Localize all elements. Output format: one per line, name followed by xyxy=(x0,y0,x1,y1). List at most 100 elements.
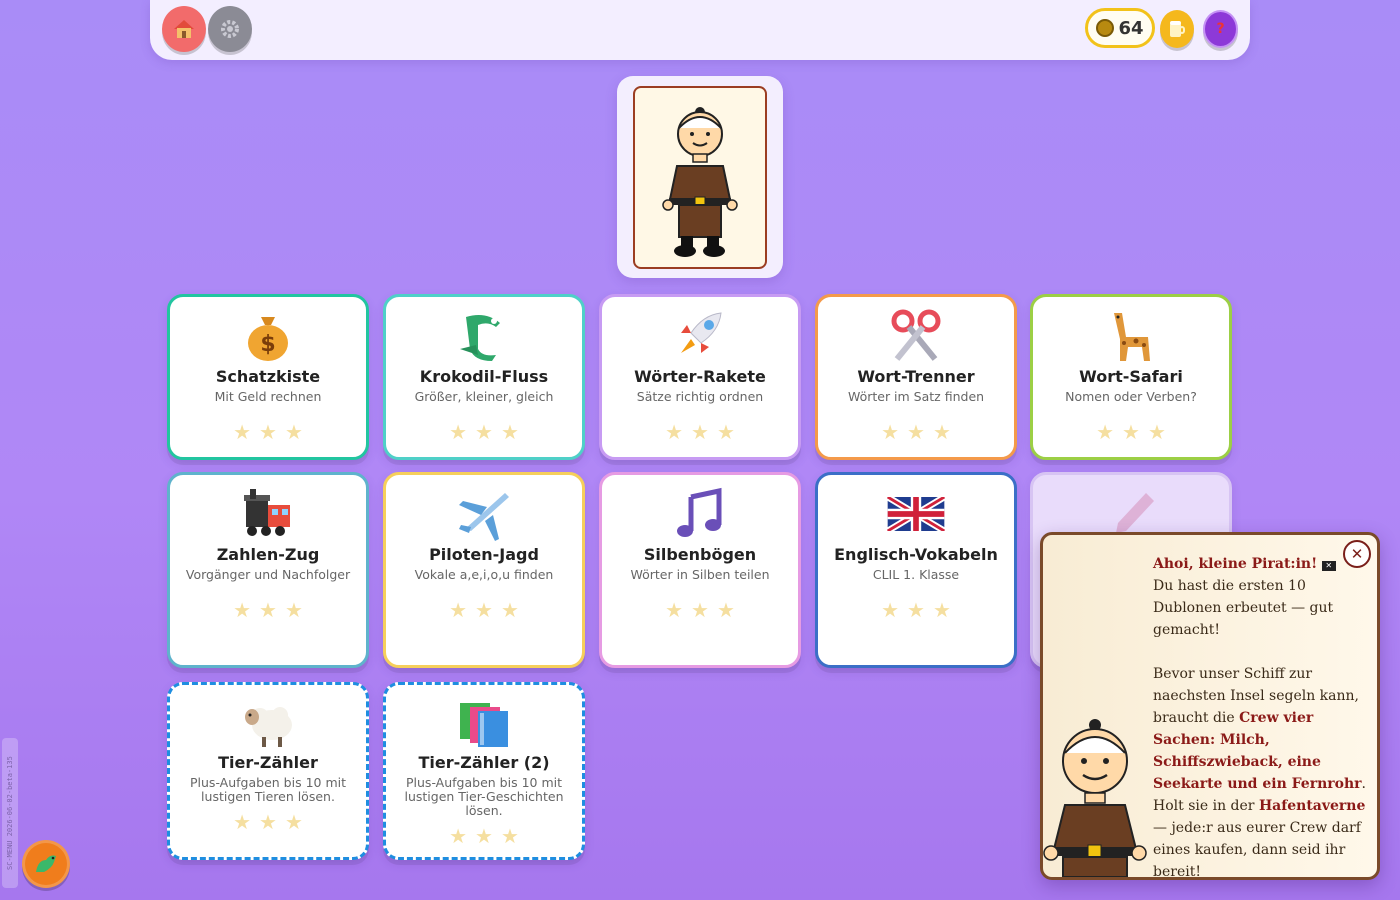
star-icon: ★ xyxy=(1147,420,1166,444)
music-note-icon xyxy=(602,485,798,543)
coin-icon xyxy=(1096,19,1115,37)
card-title: Silbenbögen xyxy=(643,545,757,564)
airplane-icon xyxy=(386,485,582,543)
star-icon: ★ xyxy=(665,598,684,622)
star-icon: ★ xyxy=(665,420,684,444)
pirate-avatar xyxy=(662,107,738,257)
giraffe-icon xyxy=(1033,307,1229,365)
star-icon: ★ xyxy=(449,824,468,848)
game-card-piloten-jagd[interactable]: Piloten-Jagd Vokale a,e,i,o,u finden ★ ★ ★ xyxy=(383,472,585,668)
card-subtitle: Vorgänger und Nachfolger xyxy=(185,567,351,582)
star-rating: ★ ★ ★ xyxy=(1033,422,1229,442)
game-card-wort-safari[interactable]: Wort-Safari Nomen oder Verben? ★ ★ ★ xyxy=(1030,294,1232,460)
star-rating: ★ ★ ★ xyxy=(818,600,1014,620)
star-rating: ★ ★ ★ xyxy=(170,422,366,442)
pirate-dialog: ✕ Ahoi, kleine Pirat:in! ✕ Du hast die e… xyxy=(1040,532,1380,880)
gear-icon xyxy=(221,20,239,38)
card-subtitle: Mit Geld rechnen xyxy=(214,389,322,404)
game-card-wort-trenner[interactable]: Wort-Trenner Wörter im Satz finden ★ ★ ★ xyxy=(815,294,1017,460)
star-icon: ★ xyxy=(449,420,468,444)
star-icon: ★ xyxy=(233,420,252,444)
star-icon: ★ xyxy=(475,824,493,848)
star-icon: ★ xyxy=(932,598,951,622)
star-icon: ★ xyxy=(259,420,277,444)
version-tag: SC-MENU 2026-06-02-beta-135 xyxy=(2,738,18,888)
star-icon: ★ xyxy=(284,420,303,444)
game-card-tier-zaehler[interactable]: Tier-Zähler Plus-Aufgaben bis 10 mit lus… xyxy=(167,682,369,860)
flag-icon: ✕ xyxy=(1321,561,1336,571)
star-icon: ★ xyxy=(449,598,468,622)
card-subtitle: Größer, kleiner, gleich xyxy=(414,389,554,404)
star-icon: ★ xyxy=(691,420,709,444)
mug-icon xyxy=(1170,21,1185,37)
star-icon: ★ xyxy=(907,598,925,622)
train-icon xyxy=(170,485,366,543)
star-rating: ★ ★ ★ xyxy=(818,422,1014,442)
top-bar: 64 ? xyxy=(150,0,1250,60)
tavern-button[interactable] xyxy=(1160,10,1194,48)
help-button[interactable]: ? xyxy=(1203,10,1238,48)
game-card-tier-zaehler-2[interactable]: Tier-Zähler (2) Plus-Aufgaben bis 10 mit… xyxy=(383,682,585,860)
rocket-icon xyxy=(602,307,798,365)
crocodile-icon xyxy=(386,307,582,365)
game-card-silbenboegen[interactable]: Silbenbögen Wörter in Silben teilen ★ ★ ★ xyxy=(599,472,801,668)
card-title: Wort-Trenner xyxy=(857,367,975,386)
dialog-line1: Du hast die ersten 10 Dublonen erbeutet … xyxy=(1153,578,1334,638)
star-icon: ★ xyxy=(500,824,519,848)
star-rating: ★ ★ ★ xyxy=(602,422,798,442)
card-subtitle: Vokale a,e,i,o,u finden xyxy=(414,567,554,582)
game-card-woerter-rakete[interactable]: Wörter-Rakete Sätze richtig ordnen ★ ★ ★ xyxy=(599,294,801,460)
star-icon: ★ xyxy=(881,598,900,622)
star-icon: ★ xyxy=(881,420,900,444)
star-icon: ★ xyxy=(284,810,303,834)
star-icon: ★ xyxy=(1096,420,1115,444)
star-rating: ★ ★ ★ xyxy=(170,812,366,832)
card-subtitle: Wörter im Satz finden xyxy=(847,389,985,404)
game-card-zahlen-zug[interactable]: Zahlen-Zug Vorgänger und Nachfolger ★ ★ ★ xyxy=(167,472,369,668)
star-icon: ★ xyxy=(716,598,735,622)
home-button[interactable] xyxy=(162,6,206,52)
star-rating: ★ ★ ★ xyxy=(386,422,582,442)
avatar-frame xyxy=(633,86,767,269)
dialog-p2-c: — jede:r aus eurer Crew darf eines kaufe… xyxy=(1153,820,1361,880)
card-title: Schatzkiste xyxy=(215,367,321,386)
card-title: Englisch-Vokabeln xyxy=(834,545,998,564)
dinosaur-icon xyxy=(36,855,56,872)
star-icon: ★ xyxy=(691,598,709,622)
star-icon: ★ xyxy=(500,420,519,444)
star-icon: ★ xyxy=(259,598,277,622)
coin-count: 64 xyxy=(1118,17,1144,39)
card-title: Wörter-Rakete xyxy=(634,367,766,386)
star-icon: ★ xyxy=(233,598,252,622)
game-card-schatzkiste[interactable]: $ Schatzkiste Mit Geld rechnen ★ ★ ★ xyxy=(167,294,369,460)
star-icon: ★ xyxy=(259,810,277,834)
dialog-greeting: Ahoi, kleine Pirat:in! xyxy=(1153,556,1318,572)
settings-button[interactable] xyxy=(208,6,252,52)
card-title: Zahlen-Zug xyxy=(216,545,320,564)
card-subtitle: Wörter in Silben teilen xyxy=(630,567,770,582)
uk-flag-icon xyxy=(818,485,1014,543)
game-card-krokodil-fluss[interactable]: Krokodil-Fluss Größer, kleiner, gleich ★… xyxy=(383,294,585,460)
star-icon: ★ xyxy=(716,420,735,444)
mascot-button[interactable] xyxy=(22,840,70,888)
star-rating: ★ ★ ★ xyxy=(386,826,582,846)
books-icon xyxy=(386,693,582,751)
star-icon: ★ xyxy=(475,420,493,444)
card-subtitle: CLIL 1. Klasse xyxy=(872,567,960,582)
coin-counter: 64 xyxy=(1085,8,1155,48)
game-card-englisch-vokabeln[interactable]: Englisch-Vokabeln CLIL 1. Klasse ★ ★ ★ xyxy=(815,472,1017,668)
card-title: Tier-Zähler xyxy=(218,753,318,772)
card-subtitle: Nomen oder Verben? xyxy=(1065,389,1197,404)
card-title: Piloten-Jagd xyxy=(429,545,539,564)
dialog-text: Ahoi, kleine Pirat:in! ✕ Du hast die ers… xyxy=(1153,553,1368,883)
card-title: Wort-Safari xyxy=(1079,367,1183,386)
card-title: Tier-Zähler (2) xyxy=(418,753,550,772)
pirate-guide xyxy=(1043,719,1147,877)
avatar-card[interactable] xyxy=(617,76,783,278)
money-bag-icon: $ xyxy=(170,307,366,365)
card-subtitle: Sätze richtig ordnen xyxy=(636,389,764,404)
star-icon: ★ xyxy=(907,420,925,444)
star-rating: ★ ★ ★ xyxy=(386,600,582,620)
star-icon: ★ xyxy=(500,598,519,622)
card-title: Krokodil-Fluss xyxy=(419,367,549,386)
